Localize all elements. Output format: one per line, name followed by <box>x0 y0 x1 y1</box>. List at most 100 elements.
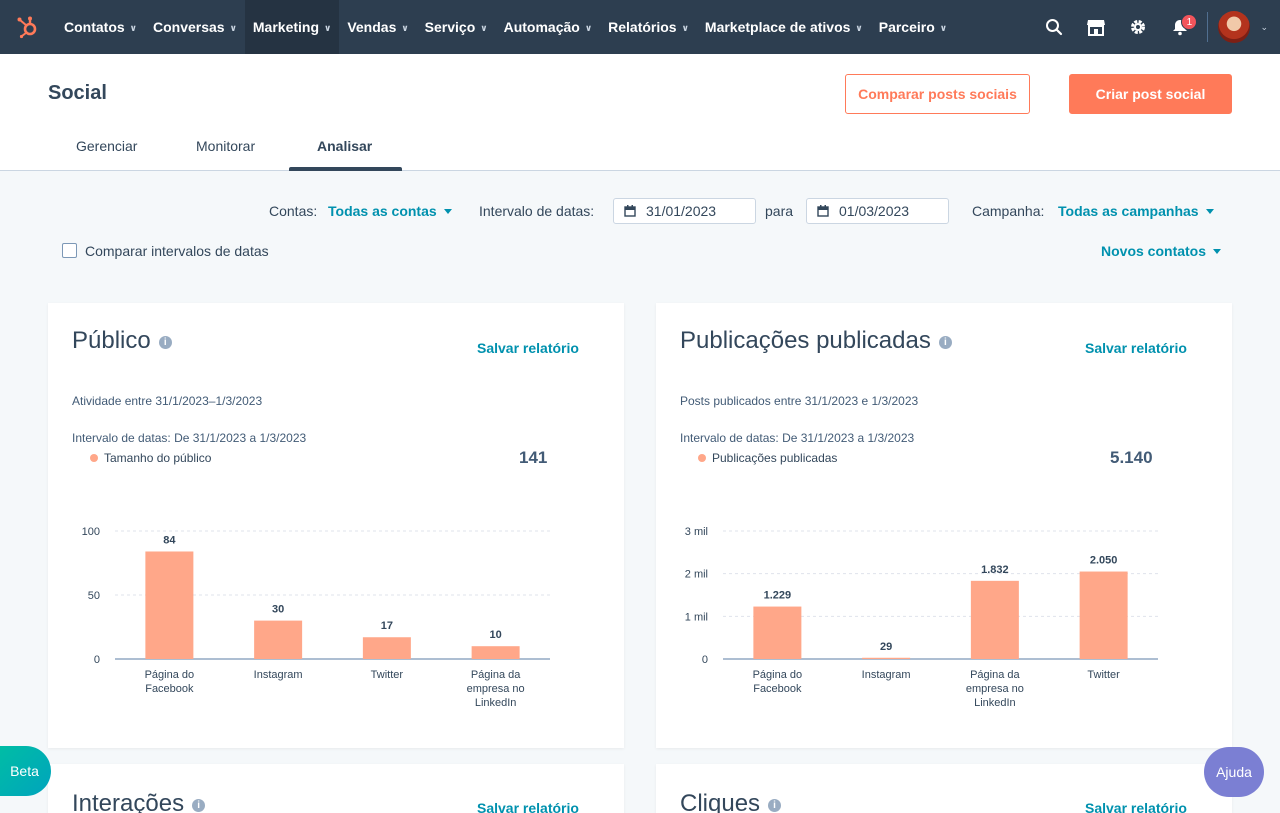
tab-monitor[interactable]: Monitorar <box>196 138 255 154</box>
y-tick-label: 3 mil <box>685 526 708 538</box>
y-tick-label: 1 mil <box>685 611 708 623</box>
save-report-link[interactable]: Salvar relatório <box>477 800 579 813</box>
bar-value-label: 2.050 <box>1090 555 1118 567</box>
card-title: Interações i <box>72 790 206 813</box>
beta-feedback-button[interactable]: Beta <box>0 746 51 796</box>
chevron-down-icon: ∨ <box>229 22 237 33</box>
nav-item-label: Conversas <box>152 19 225 35</box>
bar <box>970 580 1019 659</box>
nav-item-contatos[interactable]: Contatos ∨ <box>56 0 145 54</box>
bar <box>254 620 303 659</box>
chevron-down-icon: ∨ <box>480 22 488 33</box>
nav-item-label: Marketing <box>252 19 320 35</box>
y-tick-label: 2 mil <box>685 569 708 581</box>
nav-item-label: Marketplace de ativos <box>704 19 851 35</box>
nav-item-label: Vendas <box>347 19 397 35</box>
x-category-label: Página da <box>471 669 521 681</box>
nav-item-relatórios[interactable]: Relatórios ∨ <box>600 0 697 54</box>
accounts-filter-dropdown[interactable]: Todas as contas <box>328 203 452 219</box>
caret-down-icon <box>1213 249 1222 254</box>
compare-social-posts-button[interactable]: Comparar posts sociais <box>845 74 1030 114</box>
chevron-down-icon: ∨ <box>855 22 863 33</box>
chevron-down-icon: ∨ <box>324 22 332 33</box>
user-avatar[interactable] <box>1218 11 1251 43</box>
y-tick-label: 100 <box>82 526 100 538</box>
bar-value-label: 17 <box>381 620 393 632</box>
create-social-post-button[interactable]: Criar post social <box>1069 74 1232 114</box>
caret-down-icon <box>1205 209 1214 214</box>
date-to-input[interactable]: 01/03/2023 <box>806 198 949 224</box>
compare-date-ranges-label[interactable]: Comparar intervalos de datas <box>85 243 269 259</box>
chevron-down-icon: ∨ <box>401 22 409 33</box>
x-category-label: Facebook <box>145 683 194 695</box>
audience-bar-chart: 0 50 100 84 Página do Facebook 30 Instagram 17 Tw… <box>82 526 550 709</box>
info-icon[interactable]: i <box>192 799 206 812</box>
x-category-label: Twitter <box>1087 669 1120 681</box>
nav-item-conversas[interactable]: Conversas ∨ <box>145 0 245 54</box>
nav-item-label: Contatos <box>64 19 125 35</box>
account-chevron-down-icon[interactable]: ⌄ <box>1260 22 1268 33</box>
metric-value: Novos contatos <box>1101 243 1207 259</box>
card-title: Cliques i <box>680 790 782 813</box>
notification-count-badge: 1 <box>1181 14 1198 30</box>
bar <box>862 657 911 659</box>
nav-item-marketing[interactable]: Marketing ∨ <box>244 0 340 54</box>
save-report-link[interactable]: Salvar relatório <box>1085 800 1187 813</box>
y-tick-label: 0 <box>94 654 100 666</box>
campaign-filter-value: Todas as campanhas <box>1058 203 1199 219</box>
x-category-label: LinkedIn <box>974 697 1016 709</box>
help-chat-button[interactable]: Ajuda <box>1204 747 1264 797</box>
metric-dropdown[interactable]: Novos contatos <box>1101 243 1222 259</box>
interactions-report-card: Interações i Salvar relatório <box>48 764 624 813</box>
nav-item-label: Serviço <box>424 19 476 35</box>
tab-manage[interactable]: Gerenciar <box>76 138 137 154</box>
notifications-bell-icon[interactable]: 1 <box>1159 0 1201 54</box>
hubspot-logo-icon[interactable] <box>0 0 56 54</box>
nav-divider <box>1207 12 1209 42</box>
nav-item-vendas[interactable]: Vendas ∨ <box>339 0 416 54</box>
bar-value-label: 1.229 <box>764 590 792 602</box>
x-category-label: empresa no <box>966 683 1024 695</box>
x-category-label: Página do <box>753 669 803 681</box>
date-from-value: 31/01/2023 <box>646 203 717 219</box>
x-category-label: LinkedIn <box>475 697 517 709</box>
info-icon[interactable]: i <box>768 799 782 812</box>
page-title: Social <box>48 82 107 104</box>
audience-report-card: Público i Salvar relatório Atividade entr… <box>48 303 624 748</box>
nav-item-label: Relatórios <box>608 19 677 35</box>
accounts-filter-label: Contas: <box>269 203 318 219</box>
y-tick-label: 50 <box>88 590 100 602</box>
nav-item-parceiro[interactable]: Parceiro ∨ <box>871 0 955 54</box>
nav-item-serviço[interactable]: Serviço ∨ <box>417 0 496 54</box>
nav-item-automação[interactable]: Automação ∨ <box>496 0 601 54</box>
chevron-down-icon: ∨ <box>584 22 593 33</box>
compare-date-ranges-checkbox[interactable] <box>62 243 77 258</box>
x-category-label: Instagram <box>862 669 911 681</box>
marketplace-icon[interactable] <box>1075 0 1117 54</box>
date-range-label: Intervalo de datas: <box>479 203 595 219</box>
top-navigation: Contatos ∨ Conversas ∨ Marketing ∨ Vendas ∨ Serv… <box>0 0 1280 54</box>
search-icon[interactable] <box>1033 0 1075 54</box>
published-posts-bar-chart: 0 1 mil 2 mil 3 mil 1.229 Página do Facebook 29… <box>685 526 1158 709</box>
chevron-down-icon: ∨ <box>939 22 948 33</box>
date-to-value: 01/03/2023 <box>839 203 910 219</box>
y-tick-label: 0 <box>702 654 708 666</box>
nav-item-marketplace-de-ativos[interactable]: Marketplace de ativos ∨ <box>697 0 871 54</box>
active-tab-indicator <box>289 167 402 171</box>
date-from-input[interactable]: 31/01/2023 <box>613 198 756 224</box>
x-category-label: Facebook <box>753 683 802 695</box>
tab-analyze[interactable]: Analisar <box>317 138 372 154</box>
bar-value-label: 30 <box>272 604 284 616</box>
bar <box>471 646 520 659</box>
bar <box>1079 571 1128 659</box>
bar-value-label: 84 <box>163 534 176 546</box>
card-title-text: Cliques <box>680 790 761 813</box>
settings-gear-icon[interactable] <box>1117 0 1159 54</box>
chevron-down-icon: ∨ <box>129 22 137 33</box>
accounts-filter-value: Todas as contas <box>328 203 437 219</box>
campaign-filter-dropdown[interactable]: Todas as campanhas <box>1058 203 1214 219</box>
calendar-icon <box>817 205 829 217</box>
bar <box>753 606 802 659</box>
card-title-text: Interações <box>72 790 185 813</box>
x-category-label: Página do <box>145 669 195 681</box>
